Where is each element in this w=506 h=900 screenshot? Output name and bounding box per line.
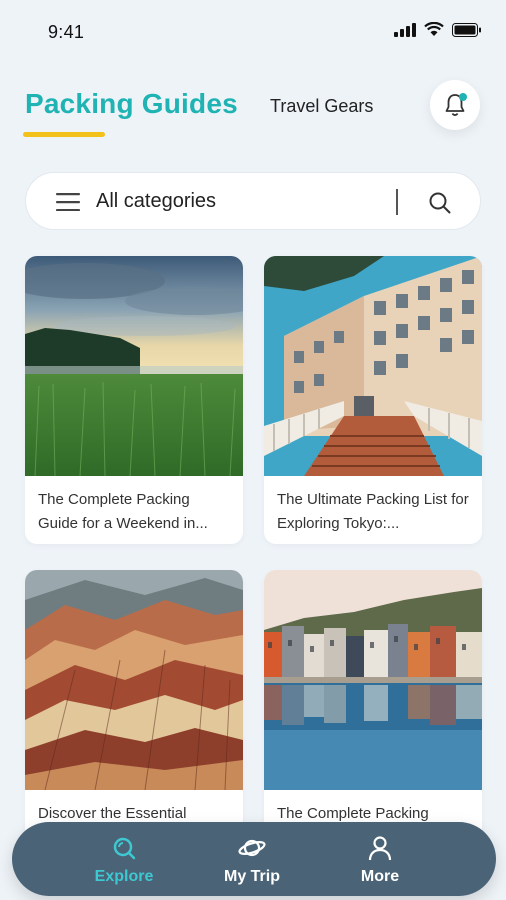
nav-label: Explore bbox=[94, 868, 154, 885]
signal-icon bbox=[394, 22, 416, 37]
status-time: 9:41 bbox=[48, 22, 85, 42]
guide-card[interactable]: The Ultimate Packing List for Exploring … bbox=[264, 256, 482, 544]
notification-dot bbox=[459, 93, 467, 101]
nav-label: My Trip bbox=[223, 868, 280, 885]
bottom-navigation: Explore My Trip More bbox=[12, 822, 496, 896]
status-bar: 9:41 bbox=[0, 0, 506, 64]
nav-my-trip[interactable]: My Trip bbox=[202, 834, 302, 886]
planet-icon bbox=[238, 839, 266, 857]
tab-packing-guides[interactable]: Packing Guides bbox=[25, 88, 238, 120]
card-image-field bbox=[25, 256, 243, 476]
search-icon[interactable] bbox=[428, 191, 452, 215]
guide-tabs: Packing Guides Travel Gears bbox=[23, 88, 425, 144]
active-tab-indicator bbox=[23, 132, 105, 137]
card-image-mountains bbox=[25, 570, 243, 790]
status-icons bbox=[394, 22, 482, 37]
person-icon bbox=[368, 836, 392, 861]
tab-travel-gears[interactable]: Travel Gears bbox=[270, 96, 373, 117]
guide-card[interactable]: The Complete Packing Guide for a Weekend… bbox=[25, 256, 243, 544]
menu-icon[interactable] bbox=[56, 193, 80, 211]
category-select[interactable]: All categories bbox=[96, 190, 216, 213]
notification-button[interactable] bbox=[430, 80, 480, 130]
card-image-building bbox=[264, 256, 482, 476]
nav-more[interactable]: More bbox=[330, 834, 430, 886]
wifi-icon bbox=[424, 22, 444, 36]
explore-icon bbox=[113, 837, 136, 860]
battery-icon bbox=[452, 22, 481, 37]
category-search-bar[interactable]: All categories bbox=[25, 172, 481, 230]
nav-explore[interactable]: Explore bbox=[74, 834, 174, 886]
search-divider bbox=[396, 189, 398, 215]
nav-label: More bbox=[360, 868, 400, 885]
card-title: The Complete Packing Guide for a Weekend… bbox=[38, 491, 208, 532]
card-title: The Ultimate Packing List for Exploring … bbox=[277, 491, 469, 532]
card-image-waterfront bbox=[264, 570, 482, 790]
